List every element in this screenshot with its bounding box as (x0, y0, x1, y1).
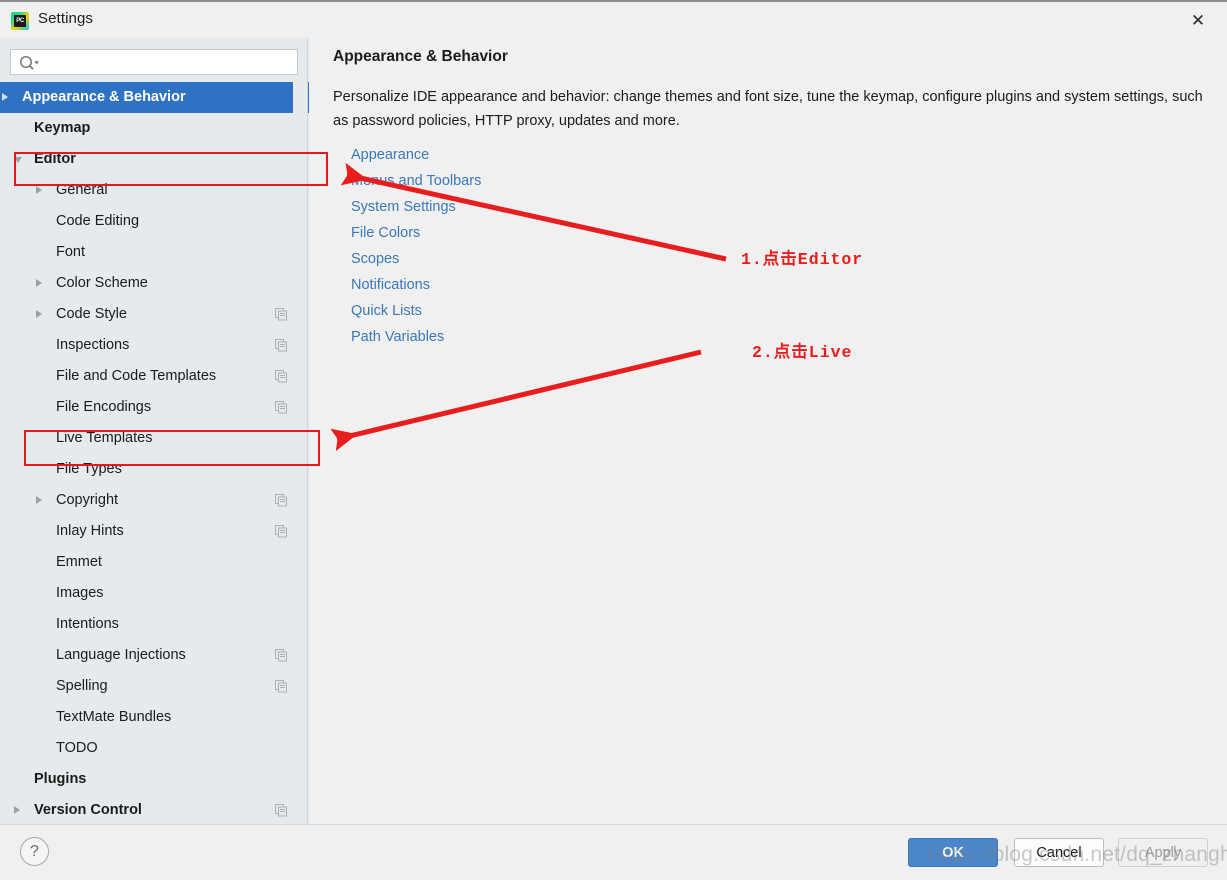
sidebar-item-spelling[interactable]: Spelling (0, 671, 309, 702)
sidebar-item-keymap[interactable]: Keymap (0, 113, 309, 144)
sidebar-item-code-editing[interactable]: Code Editing (0, 206, 309, 237)
sidebar-item-appearance-behavior[interactable]: Appearance & Behavior (0, 82, 309, 113)
sidebar-item-label: File Encodings (56, 399, 152, 415)
sidebar-item-label: TODO (56, 740, 98, 756)
chevron-right-icon[interactable] (14, 806, 20, 814)
copy-settings-icon[interactable] (275, 370, 288, 383)
settings-link-scopes[interactable]: Scopes (351, 246, 481, 272)
sidebar-item-label: Live Templates (56, 430, 153, 446)
chevron-right-icon[interactable] (36, 186, 42, 194)
sidebar-item-label: Color Scheme (56, 275, 148, 291)
sidebar-item-label: Intentions (56, 616, 119, 632)
sidebar-item-label: Language Injections (56, 647, 186, 663)
sidebar-item-textmate-bundles[interactable]: TextMate Bundles (0, 702, 309, 733)
settings-content-pane: Appearance & Behavior Personalize IDE ap… (309, 38, 1227, 824)
sidebar-item-copyright[interactable]: Copyright (0, 485, 309, 516)
sidebar-item-color-scheme[interactable]: Color Scheme (0, 268, 309, 299)
copy-settings-icon[interactable] (275, 525, 288, 538)
chevron-right-icon[interactable] (36, 310, 42, 318)
chevron-right-icon[interactable] (2, 93, 8, 101)
settings-link-file-colors[interactable]: File Colors (351, 220, 481, 246)
sidebar-item-inlay-hints[interactable]: Inlay Hints (0, 516, 309, 547)
sidebar-item-live-templates[interactable]: Live Templates (0, 423, 309, 454)
title-bar: PC Settings ✕ (0, 0, 1227, 38)
copy-settings-icon[interactable] (275, 680, 288, 693)
sidebar-item-intentions[interactable]: Intentions (0, 609, 309, 640)
sidebar-divider (307, 38, 308, 824)
pycharm-icon-label: PC (14, 15, 26, 27)
sidebar-item-label: File Types (56, 461, 122, 477)
search-icon (19, 55, 39, 70)
copy-settings-icon[interactable] (275, 401, 288, 414)
close-icon[interactable]: ✕ (1179, 8, 1217, 34)
search-area (0, 38, 309, 82)
settings-link-list: Appearance Menus and Toolbars System Setti… (351, 142, 481, 350)
sidebar-item-language-injections[interactable]: Language Injections (0, 640, 309, 671)
sidebar-item-label: Spelling (56, 678, 108, 694)
settings-link-notifications[interactable]: Notifications (351, 272, 481, 298)
sidebar-item-label: Font (56, 244, 86, 260)
chevron-down-icon[interactable] (14, 157, 22, 163)
chevron-right-icon[interactable] (36, 496, 42, 504)
sidebar-item-code-style[interactable]: Code Style (0, 299, 309, 330)
settings-link-system-settings[interactable]: System Settings (351, 194, 481, 220)
sidebar-item-label: Inspections (56, 337, 130, 353)
sidebar-item-label: Version Control (34, 802, 142, 818)
sidebar-item-general[interactable]: General (0, 175, 309, 206)
copy-settings-icon[interactable] (275, 308, 288, 321)
sidebar-item-todo[interactable]: TODO (0, 733, 309, 764)
sidebar-item-label: Code Editing (56, 213, 140, 229)
sidebar-item-editor[interactable]: Editor (0, 144, 309, 175)
sidebar-item-version-control[interactable]: Version Control (0, 795, 309, 824)
settings-link-quick-lists[interactable]: Quick Lists (351, 298, 481, 324)
sidebar-item-label: File and Code Templates (56, 368, 217, 384)
sidebar-item-font[interactable]: Font (0, 237, 309, 268)
search-box[interactable] (10, 49, 298, 75)
settings-link-appearance[interactable]: Appearance (351, 142, 481, 168)
search-input[interactable] (41, 53, 295, 75)
watermark: https://blog.csdn.net/dq_zhanghaifang (928, 843, 1227, 866)
sidebar-item-file-encodings[interactable]: File Encodings (0, 392, 309, 423)
sidebar-item-label: Appearance & Behavior (22, 89, 186, 105)
settings-link-path-variables[interactable]: Path Variables (351, 324, 481, 350)
sidebar-item-label: TextMate Bundles (56, 709, 172, 725)
sidebar-scrollbar-track[interactable] (293, 82, 307, 824)
sidebar-item-images[interactable]: Images (0, 578, 309, 609)
sidebar-item-inspections[interactable]: Inspections (0, 330, 309, 361)
copy-settings-icon[interactable] (275, 649, 288, 662)
sidebar-item-label: Images (56, 585, 104, 601)
settings-link-menus-and-toolbars[interactable]: Menus and Toolbars (351, 168, 481, 194)
sidebar-item-emmet[interactable]: Emmet (0, 547, 309, 578)
chevron-right-icon[interactable] (36, 279, 42, 287)
pycharm-icon: PC (11, 12, 29, 30)
copy-settings-icon[interactable] (275, 804, 288, 817)
sidebar-item-label: General (56, 182, 108, 198)
copy-settings-icon[interactable] (275, 494, 288, 507)
window-title: Settings (38, 10, 93, 27)
sidebar-item-label: Copyright (56, 492, 119, 508)
sidebar-item-label: Code Style (56, 306, 127, 322)
sidebar-item-label: Plugins (34, 771, 87, 787)
settings-sidebar: Appearance & Behavior Keymap Editor General… (0, 38, 309, 824)
sidebar-item-plugins[interactable]: Plugins (0, 764, 309, 795)
copy-settings-icon[interactable] (275, 339, 288, 352)
sidebar-item-label: Inlay Hints (56, 523, 124, 539)
settings-tree[interactable]: Appearance & Behavior Keymap Editor General… (0, 82, 309, 824)
page-description: Personalize IDE appearance and behavior:… (333, 89, 1203, 129)
settings-dialog: PC Settings ✕ Appearance & Behavior Keyma… (0, 0, 1227, 880)
page-title: Appearance & Behavior (333, 48, 508, 65)
sidebar-item-file-types[interactable]: File Types (0, 454, 309, 485)
sidebar-item-label: Keymap (34, 120, 91, 136)
sidebar-item-label: Emmet (56, 554, 102, 570)
sidebar-item-label: Editor (34, 151, 76, 167)
help-icon[interactable]: ? (20, 837, 49, 866)
sidebar-item-file-and-code-templates[interactable]: File and Code Templates (0, 361, 309, 392)
